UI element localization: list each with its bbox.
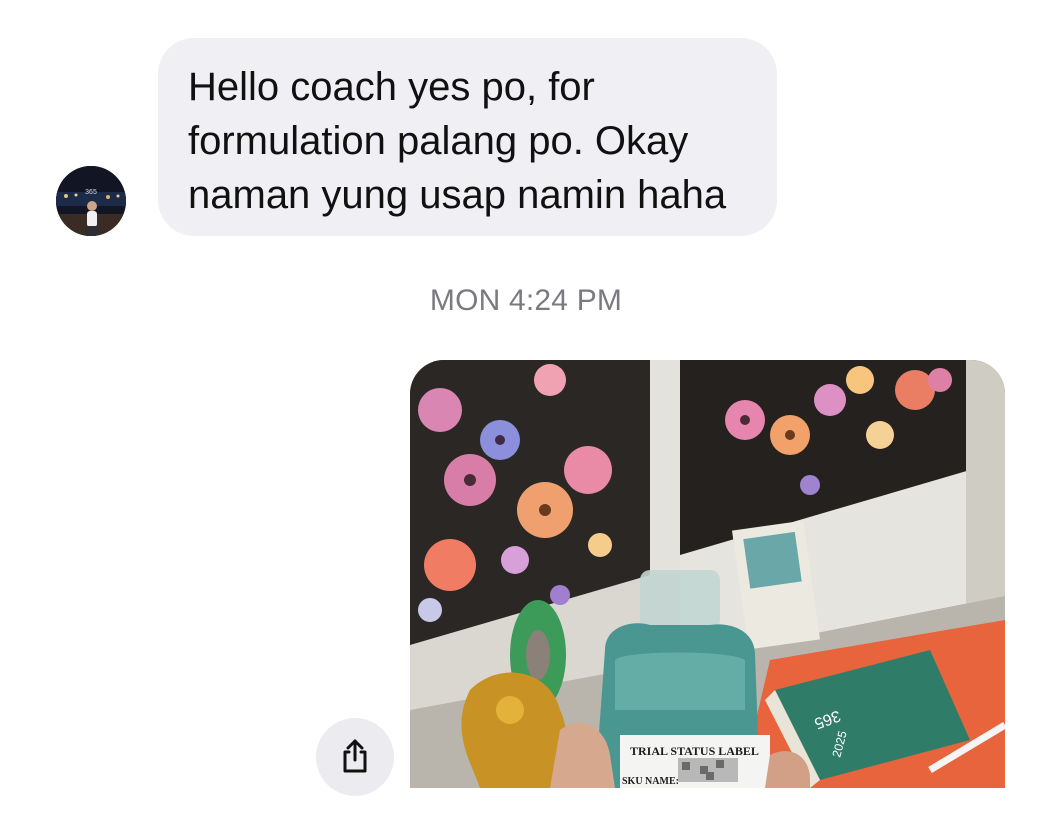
avatar-image: 365 [56,166,126,236]
share-icon [343,739,367,773]
share-button[interactable] [316,718,394,796]
bottle-label-title: TRIAL STATUS LABEL [630,744,759,758]
message-timestamp: MON 4:24 PM [429,284,623,317]
message-line: formulation palang po. Okay [188,119,689,163]
chat-thread: 365 Hello coach yes po, for formulation … [0,0,1042,818]
avatar-sign-text: 365 [85,189,97,196]
photo-image: 365 2025 TRIAL STATUS LABEL SKU NAME: [410,360,1005,788]
avatar[interactable]: 365 [56,166,126,236]
sent-photo[interactable]: 365 2025 TRIAL STATUS LABEL SKU NAME: [410,360,1005,788]
message-line: naman yung usap namin haha [188,173,727,217]
message-line: Hello coach yes po, for [188,65,595,109]
received-message-bubble[interactable]: Hello coach yes po, for formulation pala… [158,38,777,236]
bottle-label-sku: SKU NAME: [622,776,679,787]
